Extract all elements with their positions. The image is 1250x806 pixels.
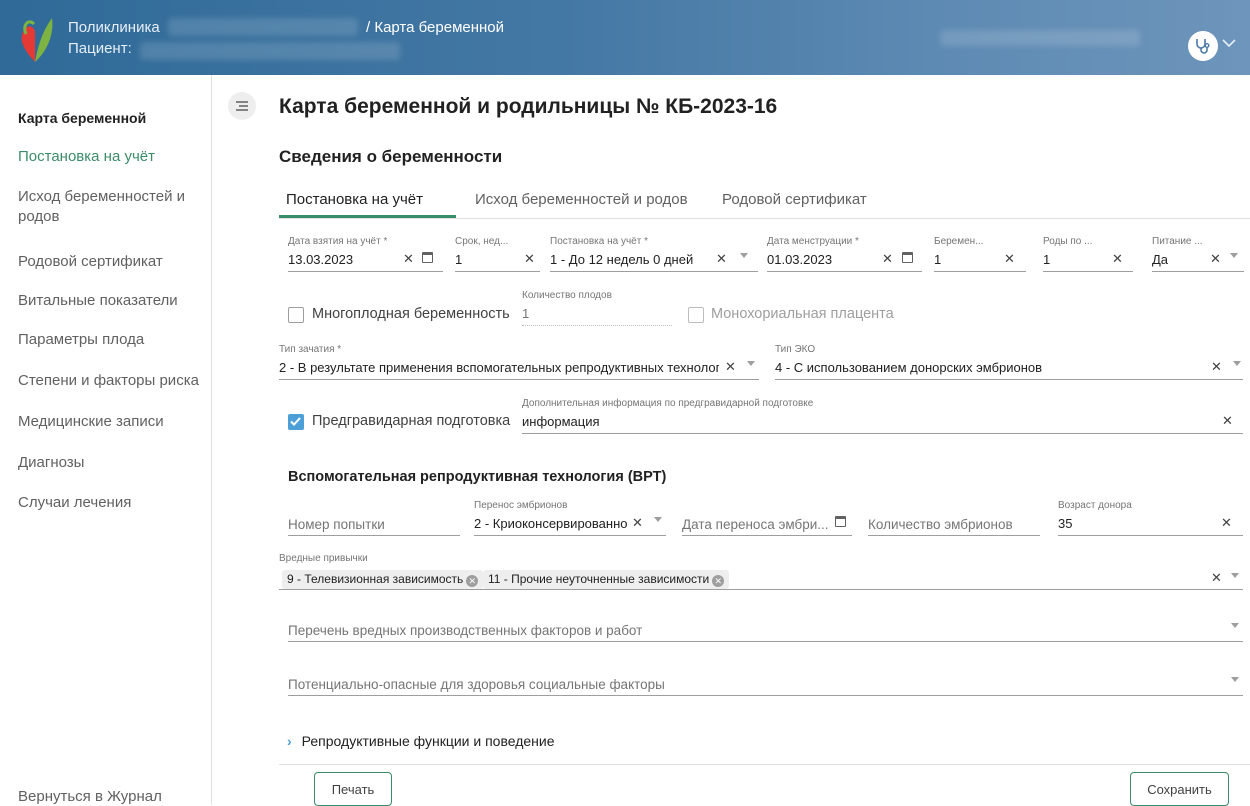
sidebar-item-pregnancy-outcome[interactable]: Исход беременностей и родов <box>18 187 198 227</box>
footer-divider <box>279 764 1250 765</box>
remove-chip-icon[interactable]: ✕ <box>712 575 725 587</box>
chevron-right-icon: › <box>287 733 292 749</box>
pregravid-info-field[interactable]: Дополнительная информация по предгравида… <box>522 398 1243 434</box>
multiple-pregnancy-label: Многоплодная беременность <box>312 306 510 322</box>
transfer-date-field[interactable]: Дата переноса эмбри... <box>682 500 852 536</box>
remove-chip-icon[interactable]: ✕ <box>466 575 479 587</box>
clear-icon[interactable]: ✕ <box>632 515 643 531</box>
clear-icon[interactable]: ✕ <box>1211 359 1222 375</box>
conception-type-select[interactable]: Тип зачатия * 2 - В результате применени… <box>279 344 759 380</box>
sidebar-item-fetus-params[interactable]: Параметры плода <box>18 330 203 350</box>
monochorionic-label: Монохориальная плацента <box>711 306 894 322</box>
dropdown-arrow-icon[interactable] <box>1231 677 1239 682</box>
clinic-label: Поликлиника <box>68 19 160 36</box>
section-title: Сведения о беременности <box>279 147 503 166</box>
dropdown-arrow-icon[interactable] <box>1233 361 1241 366</box>
reproductive-functions-expander[interactable]: › Репродуктивные функции и поведение <box>287 733 555 749</box>
back-to-journal-link[interactable]: Вернуться в Журнал <box>18 788 162 805</box>
embryo-transfer-select[interactable]: Перенос эмбрионов 2 - Криоконсервированн… <box>474 500 666 536</box>
print-button[interactable]: Печать <box>314 772 392 806</box>
occupational-factors-select[interactable]: Перечень вредных производственных фактор… <box>288 606 1243 642</box>
clear-icon[interactable]: ✕ <box>1222 413 1233 429</box>
menu-toggle-button[interactable] <box>228 92 256 120</box>
pregnancy-number-field[interactable]: Беремен... 1 ✕ <box>934 236 1026 272</box>
dropdown-arrow-icon[interactable] <box>1230 253 1238 258</box>
tab-bar: Постановка на учёт Исход беременностей и… <box>279 186 1250 219</box>
clear-icon[interactable]: ✕ <box>716 251 727 267</box>
attempt-number-field[interactable]: Номер попытки <box>288 500 460 536</box>
page-title: Карта беременной и родильницы № КБ-2023-… <box>279 95 778 118</box>
breadcrumb: / Карта беременной <box>366 19 505 36</box>
clear-icon[interactable]: ✕ <box>403 251 414 267</box>
dropdown-arrow-icon[interactable] <box>740 253 748 258</box>
redacted-clinic-name <box>168 18 358 36</box>
donor-age-field[interactable]: Возраст донора 35 ✕ <box>1058 500 1243 536</box>
eco-type-select[interactable]: Тип ЭКО 4 - С использованием донорских э… <box>775 344 1243 380</box>
clear-icon[interactable]: ✕ <box>1210 251 1221 267</box>
menu-icon <box>236 101 248 111</box>
sidebar <box>0 75 212 805</box>
tab-birth-certificate[interactable]: Родовой сертификат <box>722 191 867 208</box>
calendar-icon[interactable] <box>835 516 846 527</box>
sidebar-item-birth-certificate[interactable]: Родовой сертификат <box>18 252 203 272</box>
monochorionic-checkbox <box>688 307 704 323</box>
births-count-field[interactable]: Роды по ... 1 ✕ <box>1043 236 1133 272</box>
sidebar-item-medical-records[interactable]: Медицинские записи <box>18 412 203 432</box>
sidebar-item-pregnancy-card[interactable]: Карта беременной <box>18 108 203 128</box>
nutrition-select[interactable]: Питание ... Да ✕ <box>1152 236 1244 272</box>
registration-date-field[interactable]: Дата взятия на учёт * 13.03.2023 ✕ <box>288 236 443 272</box>
sidebar-item-diagnoses[interactable]: Диагнозы <box>18 453 203 473</box>
clear-icon[interactable]: ✕ <box>524 251 535 267</box>
sidebar-item-treatment-cases[interactable]: Случаи лечения <box>18 493 203 513</box>
dropdown-arrow-icon[interactable] <box>747 361 755 366</box>
multiple-pregnancy-checkbox[interactable] <box>288 307 304 323</box>
redacted-patient-name <box>140 42 400 60</box>
habit-chip[interactable]: 9 - Телевизионная зависимость ✕ <box>282 570 484 589</box>
checkmark-icon <box>290 417 301 426</box>
clear-icon[interactable]: ✕ <box>882 251 893 267</box>
social-factors-select[interactable]: Потенциально-опасные для здоровья социал… <box>288 660 1243 696</box>
calendar-icon[interactable] <box>902 252 913 263</box>
registration-period-select[interactable]: Постановка на учёт * 1 - До 12 недель 0 … <box>550 236 758 272</box>
clear-icon[interactable]: ✕ <box>1221 515 1232 531</box>
habit-chip[interactable]: 11 - Прочие неуточненные зависимости ✕ <box>483 570 730 589</box>
dropdown-arrow-icon[interactable] <box>1231 623 1239 628</box>
dropdown-arrow-icon[interactable] <box>654 517 662 522</box>
sidebar-item-vitals[interactable]: Витальные показатели <box>18 291 203 311</box>
dropdown-arrow-icon[interactable] <box>1231 573 1239 578</box>
stethoscope-icon <box>1196 39 1210 54</box>
patient-label: Пациент: <box>68 40 132 57</box>
embryo-count-field[interactable]: Количество эмбрионов <box>868 500 1040 536</box>
menstruation-date-field[interactable]: Дата менструации * 01.03.2023 ✕ <box>767 236 922 272</box>
chevron-down-icon[interactable] <box>1222 38 1236 48</box>
calendar-icon[interactable] <box>422 252 433 263</box>
user-avatar[interactable] <box>1188 31 1218 61</box>
save-button[interactable]: Сохранить <box>1130 772 1229 806</box>
active-tab-indicator <box>279 215 456 218</box>
pregravid-prep-checkbox[interactable] <box>288 414 304 430</box>
clear-icon[interactable]: ✕ <box>1004 251 1015 267</box>
tab-registration[interactable]: Постановка на учёт <box>286 191 423 208</box>
term-weeks-field[interactable]: Срок, нед... 1 ✕ <box>455 236 540 272</box>
pregravid-prep-label: Предгравидарная подготовка <box>312 413 511 429</box>
clinic-logo-icon <box>21 18 53 62</box>
tab-pregnancy-outcome[interactable]: Исход беременностей и родов <box>475 191 688 208</box>
clear-icon[interactable]: ✕ <box>1112 251 1123 267</box>
clear-icon[interactable]: ✕ <box>1211 570 1222 586</box>
sidebar-item-registration[interactable]: Постановка на учёт <box>18 147 203 167</box>
redacted-user-info <box>940 30 1140 46</box>
sidebar-item-risk-factors[interactable]: Степени и факторы риска <box>18 371 203 391</box>
app-header: Поликлиника Пациент: / Карта беременной <box>0 0 1250 75</box>
vrt-section-title: Вспомогательная репродуктивная технологи… <box>288 469 667 485</box>
fetus-count-field: Количество плодов 1 <box>522 290 672 326</box>
clear-icon[interactable]: ✕ <box>725 359 736 375</box>
